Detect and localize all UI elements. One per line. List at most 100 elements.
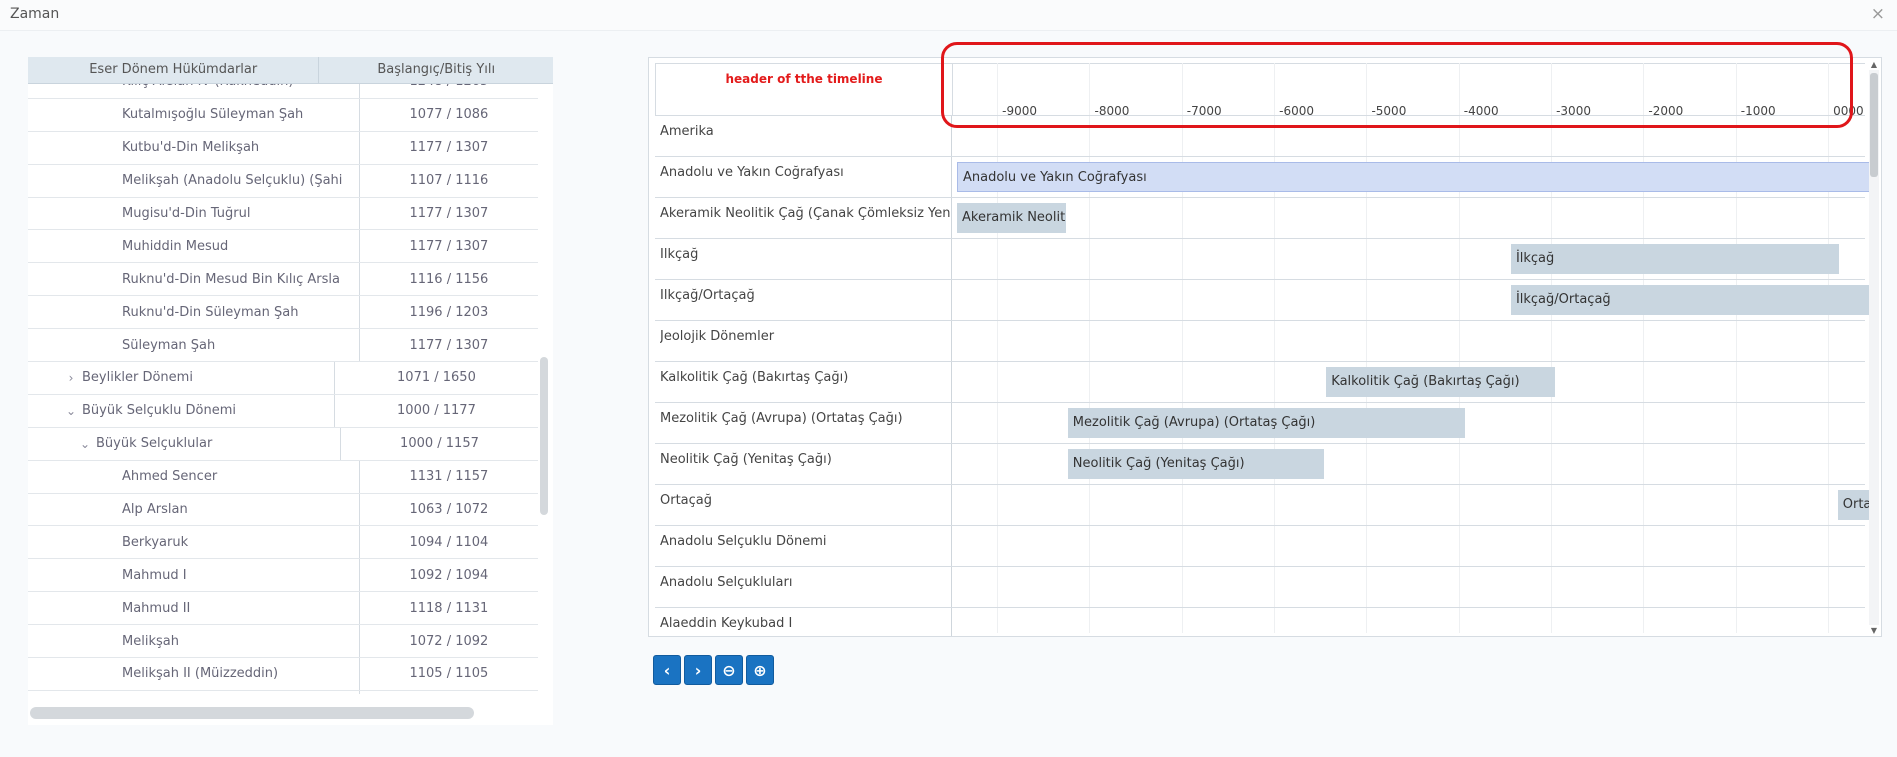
scroll-up-icon[interactable]: ▲ [1869, 60, 1879, 69]
timeline-scrollbar[interactable]: ▲ ▼ [1869, 60, 1879, 635]
tree-row[interactable]: Ruknu'd-Din Süleyman Şah 1196 / 1203 [28, 296, 538, 330]
tree-cell-years: 1177 / 1307 [409, 206, 489, 221]
row-separator [951, 567, 952, 608]
tree-row-label: Melikşah (Anadolu Selçuklu) (Şahi [122, 173, 343, 189]
timeline-row-label: Alaeddin Keykubad I [660, 616, 793, 631]
tree-row[interactable]: › Beylikler Dönemi 1071 / 1650 [28, 362, 538, 395]
row-separator [951, 444, 952, 485]
tree-row-label: Ahmed Sencer [122, 469, 218, 485]
row-separator [951, 321, 952, 362]
tree-cell-years: 1116 / 1156 [409, 271, 489, 287]
tree-vertical-scrollbar[interactable] [540, 357, 548, 515]
tree-cell-name: Melikşah II (Müizzeddin) [28, 658, 360, 690]
timeline-bar[interactable]: Kalkolitik Çağ (Bakırtaş Çağı) [1326, 367, 1556, 397]
tree-cell-years: 1177 / 1307 [409, 238, 489, 254]
tree-row-label: Beylikler Dönemi [82, 370, 193, 386]
tree-row-label: Melikşah II (Müizzeddin) [122, 666, 279, 682]
tree-row[interactable]: Mahmud II 1118 / 1131 [28, 592, 538, 626]
tree-row[interactable]: Kutalmışoğlu Süleyman Şah 1077 / 1086 [28, 98, 538, 132]
timeline-row-label: Akeramik Neolitik Çağ (Çanak Çömleksiz Y… [660, 206, 950, 221]
timeline-row: Jeolojik Dönemler [655, 320, 1865, 362]
tree-cell-name: Mahmud I [28, 559, 360, 592]
tree-cell-name: Muhammed Tapar [28, 690, 360, 694]
column-header-years[interactable]: Başlangıç/Bitiş Yılı [319, 57, 553, 83]
tree-row[interactable]: Ahmed Sencer 1131 / 1157 [28, 460, 538, 494]
tree-row[interactable]: Muhiddin Mesud 1177 / 1307 [28, 230, 538, 264]
row-separator [951, 485, 952, 526]
timeline-bar[interactable]: Mezolitik Çağ (Avrupa) (Ortataş Çağı) [1067, 408, 1465, 438]
tree-row[interactable]: Mahmud I 1092 / 1094 [28, 559, 538, 593]
timeline-bar[interactable]: İlkçağ/Ortaçağ [1510, 285, 1871, 315]
tree-cell-name: Kutbu'd-Din Melikşah [28, 131, 360, 164]
tree-cell-years: 1177 / 1307 [409, 337, 489, 353]
scroll-down-icon[interactable]: ▼ [1869, 626, 1879, 635]
tree-row[interactable]: Ruknu'd-Din Mesud Bin Kılıç Arsla 1116 / … [28, 263, 538, 297]
tree-cell-name: Mahmud II [28, 592, 360, 625]
timeline-row-label: Neolitik Çağ (Yenitaş Çağı) [660, 452, 832, 467]
tree-row[interactable]: Mugisu'd-Din Tuğrul 1177 / 1307 [28, 197, 538, 231]
tree-row[interactable]: Melikşah 1072 / 1092 [28, 625, 538, 659]
timeline-row: Anadolu ve Yakın Coğrafyası Anadolu ve Ya… [655, 156, 1871, 198]
tree-grid: Eser Dönem Hükümdarlar Başlangıç/Bitiş Y… [28, 57, 553, 725]
zoom-in-button[interactable]: ⊕ [746, 655, 774, 685]
tree-cell-years: 1107 / 1116 [409, 173, 489, 189]
timeline-bar[interactable]: İlkçağ [1510, 244, 1839, 274]
tree-row[interactable]: ⌄ Büyük Selçuklu Dönemi 1000 / 1177 [28, 394, 538, 428]
tree-row[interactable]: Kılıç Arslan IV (Rükneddin) 1248 / 1265 [28, 84, 538, 99]
timeline-controls: ‹ › ⊖ ⊕ [653, 655, 774, 685]
timeline-row-label: Kalkolitik Çağ (Bakırtaş Çağı) [660, 370, 849, 385]
timeline-panel: header of tthe timeline -9000 -8000 -7000-… [648, 57, 1882, 637]
timeline-row: Ortaçağ Ortaçağ [655, 484, 1871, 526]
timeline-bar[interactable]: Ortaçağ [1837, 490, 1871, 520]
tree-row[interactable]: Alp Arslan 1063 / 1072 [28, 493, 538, 527]
timeline-row-label: Anadolu ve Yakın Coğrafyası [660, 165, 844, 180]
tree-cell-name: Ruknu'd-Din Mesud Bin Kılıç Arsla [28, 263, 360, 296]
chevron-down-icon[interactable]: ⌄ [78, 437, 92, 451]
tree-cell-years: 1000 / 1157 [400, 436, 479, 452]
tree-row-label: Büyük Selçuklu Dönemi [82, 403, 236, 419]
timeline-bar[interactable]: Anadolu ve Yakın Coğrafyası [957, 162, 1871, 192]
tree-cell-years: 1071 / 1650 [397, 370, 476, 386]
tree-cell-name: Süleyman Şah [28, 329, 360, 362]
tree-body: Kılıç Arslan IV (Rükneddin) 1248 / 1265 Ku… [28, 84, 538, 694]
tree-row-label: Kılıç Arslan IV (Rükneddin) [122, 84, 293, 89]
timeline-row: Anadolu Selçuklu Dönemi [655, 525, 1865, 567]
timeline-row: Neolitik Çağ (Yenitaş Çağı) Neolitik Çağ … [655, 443, 1865, 485]
row-separator [951, 403, 952, 444]
timeline-scrollbar-thumb[interactable] [1870, 73, 1878, 177]
tree-row[interactable]: Muhammed Tapar1105 / 1117 [28, 690, 538, 694]
tree-row[interactable]: Melikşah (Anadolu Selçuklu) (Şahi 1107 / … [28, 164, 538, 198]
prev-button[interactable]: ‹ [653, 655, 681, 685]
chevron-right-icon[interactable]: › [64, 371, 78, 385]
row-separator [951, 198, 952, 239]
column-header-name[interactable]: Eser Dönem Hükümdarlar [28, 57, 320, 83]
timeline-row-label: İlkçağ/Ortaçağ [660, 288, 755, 303]
next-button[interactable]: › [684, 655, 712, 685]
chevron-down-icon[interactable]: ⌄ [64, 404, 78, 418]
tree-row-label: Kutbu'd-Din Melikşah [122, 140, 260, 156]
timeline-header-label-cell: header of tthe timeline [655, 63, 953, 116]
tree-row[interactable]: Berkyaruk 1094 / 1104 [28, 526, 538, 560]
timeline-bar[interactable]: Akeramik Neolitik Çağ [957, 203, 1066, 233]
tree-cell-years: 1248 / 1265 [360, 84, 538, 89]
tree-row[interactable]: Kutbu'd-Din Melikşah 1177 / 1307 [28, 131, 538, 165]
tree-cell-years: 1131 / 1157 [409, 469, 489, 485]
dialog-title: Zaman [10, 6, 60, 22]
timeline-row-label: İlkçağ [660, 247, 699, 262]
tree-horizontal-scrollbar[interactable] [30, 707, 474, 719]
annotation-highlight-box [941, 42, 1853, 128]
tree-cell-name: Berkyaruk [28, 526, 360, 559]
tree-row-label: Büyük Selçuklular [96, 436, 213, 452]
tree-row-label: Ruknu'd-Din Süleyman Şah [122, 304, 299, 320]
tree-row[interactable]: Melikşah II (Müizzeddin) 1105 / 1105 [28, 658, 538, 691]
dialog-titlebar: Zaman × [0, 0, 1897, 31]
close-icon[interactable]: × [1871, 4, 1885, 24]
zoom-out-button[interactable]: ⊖ [715, 655, 743, 685]
row-separator [951, 608, 952, 636]
row-separator [951, 239, 952, 280]
tree-row-label: Muhiddin Mesud [122, 238, 229, 254]
dialog-content: Eser Dönem Hükümdarlar Başlangıç/Bitiş Y… [0, 31, 1897, 757]
timeline-bar[interactable]: Neolitik Çağ (Yenitaş Çağı) [1067, 449, 1325, 479]
tree-row[interactable]: Süleyman Şah 1177 / 1307 [28, 329, 538, 363]
tree-row[interactable]: ⌄ Büyük Selçuklular 1000 / 1157 [28, 427, 538, 461]
